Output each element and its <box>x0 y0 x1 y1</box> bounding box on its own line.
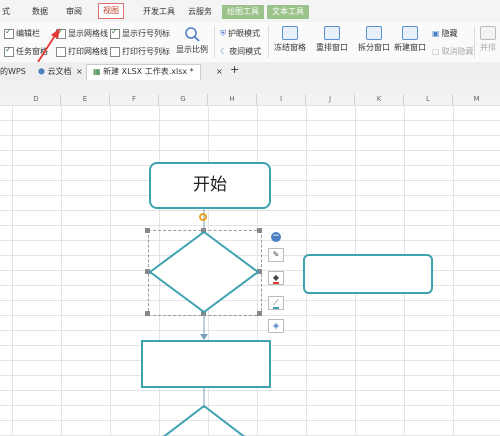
eye-protect-button[interactable]: ⛨ 护眼模式 <box>220 28 260 39</box>
side-by-side-button[interactable]: 并排 <box>480 26 496 53</box>
rearrange-button[interactable]: 重排窗口 <box>316 26 348 53</box>
tab-formula[interactable]: 式 <box>2 5 10 19</box>
column-header[interactable]: E <box>61 94 110 105</box>
doc-tab-close-prev[interactable]: × <box>76 65 83 78</box>
checkbox-icon <box>4 27 14 39</box>
checkbox-label: 打印网格线 <box>68 47 108 56</box>
side-by-side-icon <box>480 26 496 40</box>
tab-developer[interactable]: 开发工具 <box>143 5 175 19</box>
unhide-window-button[interactable]: ▢ 取消隐藏 <box>432 46 474 57</box>
column-header[interactable]: D <box>12 94 61 105</box>
collapse-toolbar-icon[interactable]: − <box>271 232 281 242</box>
divider <box>474 26 475 58</box>
freeze-panes-label: 冻结窗格 <box>274 43 306 52</box>
doc-tab-wps[interactable]: 的WPS <box>0 65 26 78</box>
column-header[interactable]: F <box>110 94 159 105</box>
flowchart-decision-shape-2[interactable] <box>148 404 260 436</box>
checkbox-icon <box>4 45 14 57</box>
layers-icon: ◈ <box>272 321 280 330</box>
checkbox-print-headers[interactable]: 打印行号列标 <box>110 46 170 57</box>
column-header[interactable]: K <box>355 94 404 105</box>
column-header[interactable]: J <box>306 94 355 105</box>
ribbon-panel: 编辑栏 显示网格线 显示行号列标 任务窗格 打印网格线 打印行号列标 显示比例 … <box>0 22 500 63</box>
tab-text-tools[interactable]: 文本工具 <box>267 5 309 19</box>
connector-arrow <box>200 314 208 340</box>
column-header[interactable]: M <box>453 94 500 105</box>
rotate-handle-icon[interactable] <box>199 213 207 221</box>
side-by-side-label: 并排 <box>480 43 496 52</box>
split-window-label: 拆分窗口 <box>358 43 390 52</box>
night-mode-button[interactable]: ☾ 夜间模式 <box>220 46 261 57</box>
flowchart-side-shape[interactable] <box>303 254 433 294</box>
new-window-button[interactable]: 新建窗口 <box>394 26 426 53</box>
flowchart-process-shape[interactable] <box>141 340 271 388</box>
shield-icon: ⛨ <box>220 28 226 38</box>
column-header[interactable]: L <box>404 94 453 105</box>
hide-label: 隐藏 <box>441 29 458 38</box>
tab-data[interactable]: 数据 <box>32 5 48 19</box>
doc-tab-label: 新建 XLSX 工作表.xlsx * <box>103 67 194 76</box>
tab-view[interactable]: 视图 <box>98 3 124 19</box>
checkbox-icon <box>110 46 120 57</box>
annotation-arrow-icon <box>37 28 60 63</box>
formula-bar-area <box>0 80 500 95</box>
tab-review[interactable]: 审阅 <box>66 5 82 19</box>
column-header[interactable]: G <box>159 94 208 105</box>
checkbox-label: 显示行号列标 <box>122 29 170 38</box>
layer-order-button[interactable]: ◈ <box>268 319 284 333</box>
fill-color-button[interactable]: ◆ <box>268 271 284 285</box>
freeze-panes-icon <box>282 26 298 40</box>
divider <box>268 26 269 58</box>
checkbox-label: 打印行号列标 <box>122 47 170 56</box>
outline-icon: ⟋ <box>273 298 279 309</box>
column-header[interactable]: H <box>208 94 257 105</box>
divider <box>214 26 215 58</box>
doc-tab-label: 的WPS <box>0 67 26 76</box>
paint-bucket-icon: ◆ <box>272 273 280 284</box>
line-style-button[interactable]: ⟋ <box>268 296 284 310</box>
hide-icon: ▣ <box>432 29 440 38</box>
unhide-label: 取消隐藏 <box>441 47 474 56</box>
checkbox-show-headers[interactable]: 显示行号列标 <box>110 27 170 39</box>
checkbox-label: 显示网格线 <box>68 29 108 38</box>
unhide-icon: ▢ <box>432 47 440 56</box>
hide-window-button[interactable]: ▣ 隐藏 <box>432 28 458 39</box>
checkbox-icon <box>110 27 120 39</box>
doc-tab-cloud[interactable]: ⬢ 云文档 <box>38 65 72 78</box>
rearrange-window-icon <box>324 26 340 40</box>
pencil-icon: ✎ <box>272 250 280 259</box>
edit-shape-button[interactable]: ✎ <box>268 248 284 262</box>
cloud-icon: ⬢ <box>38 67 45 76</box>
freeze-panes-button[interactable]: 冻结窗格 <box>274 26 306 53</box>
start-text: 开始 <box>193 175 227 195</box>
night-mode-label: 夜间模式 <box>229 47 262 56</box>
flowchart-decision-shape[interactable] <box>148 230 260 314</box>
doc-tab-xlsx[interactable]: ▦ 新建 XLSX 工作表.xlsx * <box>86 64 201 80</box>
zoom-label: 显示比例 <box>176 45 208 54</box>
split-window-button[interactable]: 拆分窗口 <box>358 26 390 53</box>
new-window-label: 新建窗口 <box>394 43 426 52</box>
ribbon-tab-bar: 式 数据 审阅 视图 开发工具 云服务 绘图工具 文本工具 <box>0 0 500 22</box>
eye-protect-label: 护眼模式 <box>228 29 260 38</box>
doc-tab-close[interactable]: × <box>216 65 223 78</box>
zoom-button[interactable]: 显示比例 <box>176 26 208 55</box>
rearrange-label: 重排窗口 <box>316 43 348 52</box>
moon-icon: ☾ <box>220 47 228 56</box>
spreadsheet-icon: ▦ <box>93 67 101 76</box>
new-window-icon <box>402 26 418 40</box>
doc-tab-label: 云文档 <box>47 67 72 76</box>
new-tab-button[interactable]: + <box>230 63 239 76</box>
document-tab-bar: 的WPS ⬢ 云文档 × ▦ 新建 XLSX 工作表.xlsx * × + <box>0 62 500 81</box>
flowchart-start-shape[interactable]: 开始 <box>149 162 271 209</box>
tab-cloud[interactable]: 云服务 <box>188 5 212 19</box>
magnifier-icon <box>185 27 200 42</box>
split-window-icon <box>366 26 382 40</box>
tab-drawing-tools[interactable]: 绘图工具 <box>222 5 264 19</box>
column-header[interactable]: I <box>257 94 306 105</box>
